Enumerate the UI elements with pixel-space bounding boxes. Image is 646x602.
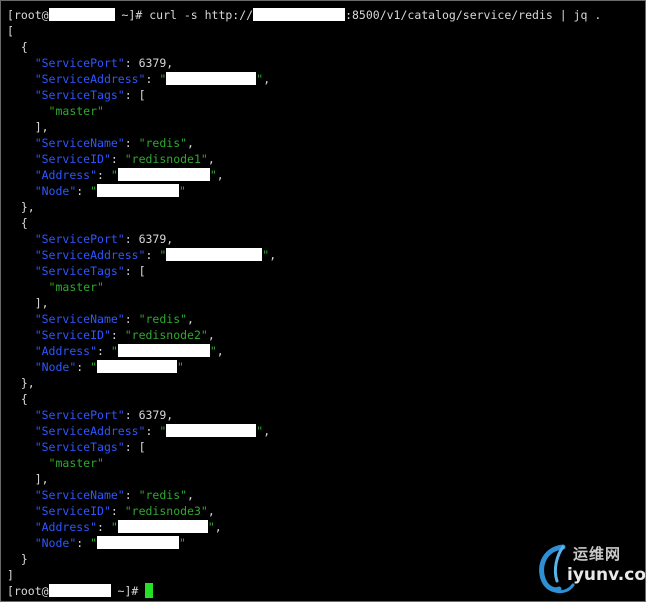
redacted-value (97, 360, 178, 373)
json-array-close: ] (7, 568, 14, 582)
service-port-row: "ServicePort": 6379, (34, 232, 174, 246)
redacted-hostname (48, 8, 115, 21)
service-tag-value: "master" (48, 456, 104, 470)
json-object-close: }, (20, 200, 35, 214)
redacted-value (97, 536, 180, 549)
redacted-value (166, 424, 257, 437)
node-row: "Node": " " (34, 360, 184, 374)
service-tags-close: ], (34, 472, 49, 486)
service-id-row: "ServiceID": "redisnode2", (34, 328, 215, 342)
text-cursor (145, 583, 154, 598)
service-tags-close: ], (34, 296, 49, 310)
address-row: "Address": " ", (34, 344, 224, 358)
service-tags-close: ], (34, 120, 49, 134)
service-tag-value: "master" (48, 280, 104, 294)
json-object-open: { (20, 40, 28, 54)
redacted-value (117, 168, 210, 181)
address-row: "Address": " ", (34, 168, 224, 182)
service-address-row: "ServiceAddress": " ", (34, 424, 271, 438)
service-id-row: "ServiceID": "redisnode3", (34, 504, 215, 518)
command-line: [root@ ~]# curl -s http://:8500/v1/catal… (7, 8, 602, 22)
redacted-value (97, 184, 180, 197)
node-row: "Node": " " (34, 536, 186, 550)
prompt-user: root@ (13, 584, 49, 598)
service-tags-row: "ServiceTags": [ (34, 440, 146, 454)
redacted-value (166, 248, 263, 261)
service-address-row: "ServiceAddress": " ", (34, 248, 277, 262)
service-name-row: "ServiceName": "redis", (34, 136, 194, 150)
service-port-row: "ServicePort": 6379, (34, 408, 174, 422)
service-name-row: "ServiceName": "redis", (34, 488, 194, 502)
service-name-row: "ServiceName": "redis", (34, 312, 194, 326)
prompt-line[interactable]: [root@ ~]# (7, 583, 154, 599)
json-object-close: } (20, 552, 28, 566)
redacted-host-ip (253, 8, 346, 21)
redacted-value (117, 520, 208, 533)
redacted-value (166, 72, 257, 85)
watermark-cn-text: 运维网 (573, 545, 622, 563)
service-tags-row: "ServiceTags": [ (34, 88, 146, 102)
service-id-row: "ServiceID": "redisnode1", (34, 152, 215, 166)
address-row: "Address": " ", (34, 520, 222, 534)
service-tags-row: "ServiceTags": [ (34, 264, 146, 278)
redacted-hostname (48, 584, 111, 597)
service-port-row: "ServicePort": 6379, (34, 56, 174, 70)
command-text: curl -s http:// (149, 8, 254, 22)
json-object-close: }, (20, 376, 35, 390)
command-url-path: :8500/v1/catalog/service/redis | jq . (345, 8, 602, 22)
service-tag-value: "master" (48, 104, 104, 118)
service-address-row: "ServiceAddress": " ", (34, 72, 271, 86)
node-row: "Node": " " (34, 184, 186, 198)
terminal-window[interactable]: [root@ ~]# curl -s http:// :8500/v1/catal… (0, 0, 646, 602)
site-watermark: 运维网 iyunv.com (533, 541, 645, 597)
json-object-open: { (20, 216, 28, 230)
json-array-open: [ (7, 24, 14, 38)
redacted-value (117, 344, 210, 357)
watermark-en-text: iyunv.com (567, 565, 646, 585)
prompt-user: root@ (13, 8, 49, 22)
json-object-open: { (20, 392, 28, 406)
